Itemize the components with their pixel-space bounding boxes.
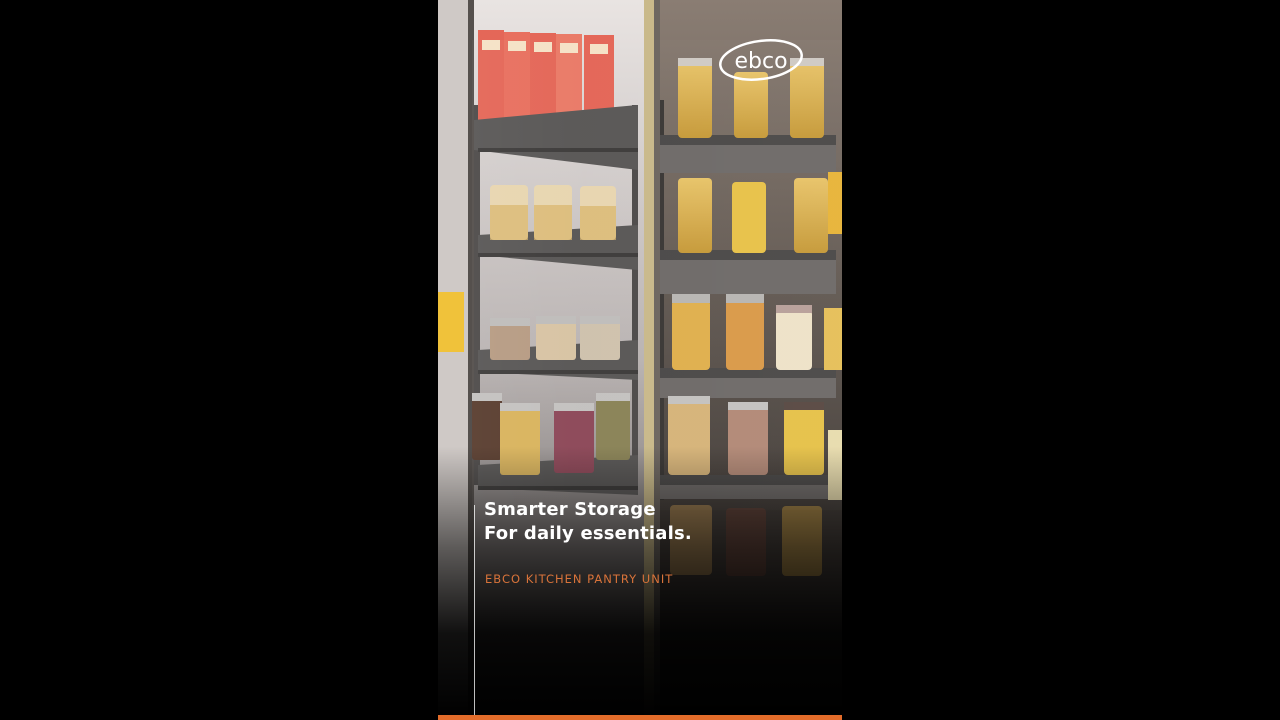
progress-bar[interactable]: [438, 715, 842, 720]
accent-divider-line: [474, 505, 475, 720]
video-frame[interactable]: ebco Smarter Storage For daily essential…: [438, 0, 842, 720]
svg-text:ebco: ebco: [734, 49, 787, 74]
video-player[interactable]: ebco Smarter Storage For daily essential…: [0, 0, 1280, 720]
headline: Smarter Storage For daily essentials.: [484, 498, 692, 546]
subtitle: EBCO KITCHEN PANTRY UNIT: [485, 572, 674, 586]
headline-line-1: Smarter Storage: [484, 499, 656, 520]
headline-line-2: For daily essentials.: [484, 523, 692, 544]
text-backdrop-gradient: [438, 0, 842, 720]
progress-fill: [438, 715, 842, 720]
ebco-logo: ebco: [719, 39, 803, 81]
